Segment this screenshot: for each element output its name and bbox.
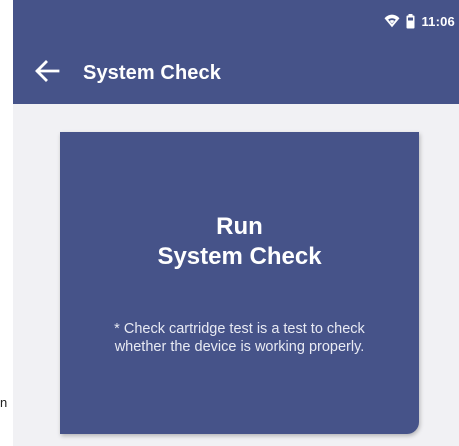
run-system-check-button[interactable]: Run System Check * Check cartridge test … [60,132,419,434]
run-card-note: * Check cartridge test is a test to chec… [60,320,419,356]
run-title-line-2: System Check [157,243,322,270]
app-bar: 11:06 System Check [13,0,459,104]
run-note-line-1: * Check cartridge test is a test to chec… [114,321,365,337]
status-bar: 11:06 [384,9,455,33]
page-title: System Check [83,61,221,84]
app-screen: 11:06 System Check Run System Check * Ch… [13,0,459,446]
wifi-icon [384,14,400,28]
status-time: 11:06 [421,13,455,29]
back-button[interactable] [25,51,69,95]
offscreen-text-fragment: n [0,395,8,410]
run-title-line-1: Run [216,213,263,240]
run-note-line-2: whether the device is working properly. [114,339,365,355]
arrow-left-icon [34,59,60,87]
battery-icon [406,13,415,29]
toolbar: System Check [13,50,459,96]
run-card-title: Run System Check [60,212,419,272]
content-area: Run System Check * Check cartridge test … [13,104,459,446]
